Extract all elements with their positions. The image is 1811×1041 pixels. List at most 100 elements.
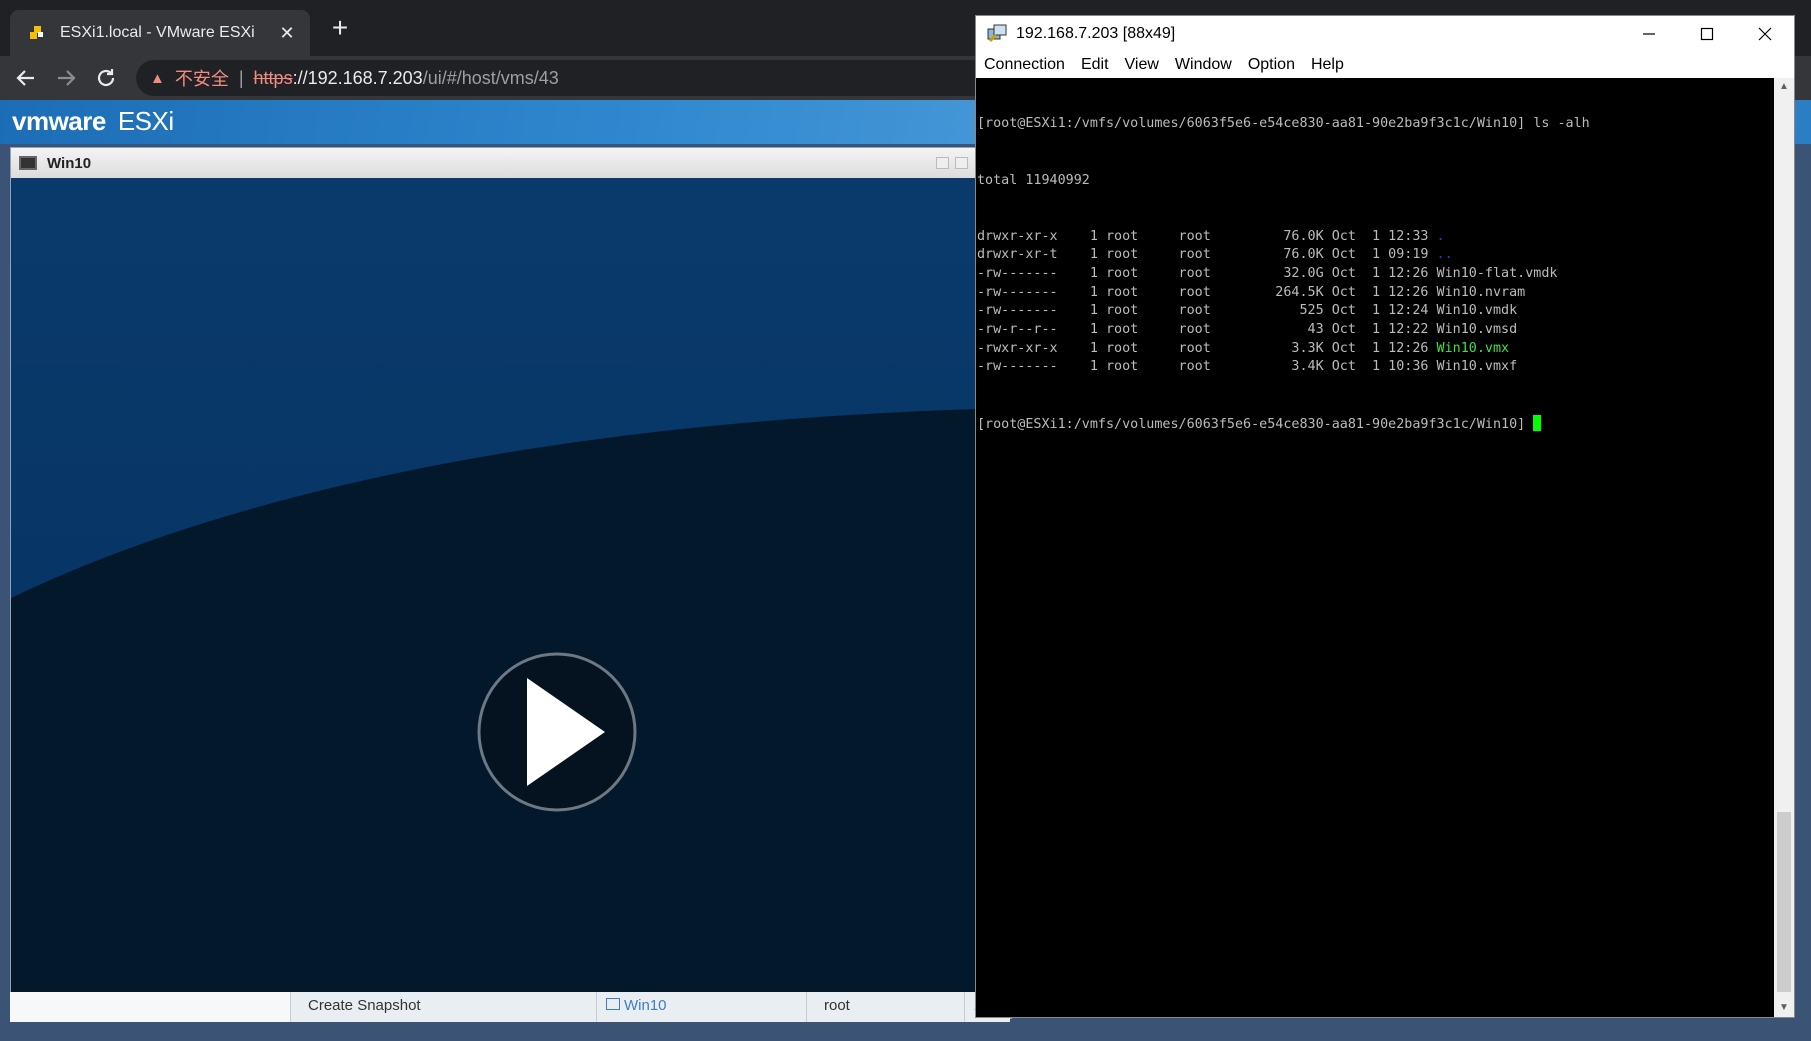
menu-connection[interactable]: Connection xyxy=(976,56,1073,74)
vmware-esxi-logo[interactable]: vmware ESXi xyxy=(12,106,174,137)
ls-group: root xyxy=(1138,265,1211,281)
task-target-label: Win10 xyxy=(624,997,667,1014)
recent-tasks-row[interactable]: Create Snapshot Win10 root 2 xyxy=(10,992,1010,1022)
ls-group: root xyxy=(1138,247,1211,263)
restore-icon[interactable] xyxy=(936,157,949,169)
ls-filename: Win10.vmx xyxy=(1428,340,1510,356)
ls-links: 1 xyxy=(1057,359,1098,375)
tasks-blank-cell xyxy=(10,992,291,1022)
ls-time: 12:26 xyxy=(1380,340,1429,356)
warning-icon[interactable]: ▲ xyxy=(150,70,165,87)
ls-permissions: -rw------- xyxy=(977,303,1058,319)
ls-month: Oct xyxy=(1323,265,1356,281)
ls-permissions: -rwxr-xr-x xyxy=(977,340,1058,356)
menu-window[interactable]: Window xyxy=(1167,56,1240,74)
ls-day: 1 xyxy=(1355,284,1381,300)
ls-row: -rw------- 1 root root 3.4K Oct 1 10:36 … xyxy=(977,358,1774,377)
ls-month: Oct xyxy=(1323,247,1356,263)
ls-size: 32.0G xyxy=(1210,265,1324,281)
close-icon xyxy=(1758,27,1772,41)
ls-time: 12:33 xyxy=(1380,228,1429,244)
back-button[interactable] xyxy=(12,64,40,92)
ls-filename: Win10-flat.vmdk xyxy=(1428,265,1558,281)
ls-size: 525 xyxy=(1210,303,1324,319)
ls-filename: .. xyxy=(1428,247,1453,263)
ls-time: 12:24 xyxy=(1380,303,1429,319)
scrollbar-thumb[interactable] xyxy=(1777,812,1791,992)
maximize-button[interactable] xyxy=(1678,16,1736,52)
ls-permissions: drwxr-xr-t xyxy=(977,247,1058,263)
arrow-left-icon xyxy=(16,70,34,86)
menu-option[interactable]: Option xyxy=(1240,56,1303,74)
console-title-bar: Win10 xyxy=(11,148,1011,178)
ls-links: 1 xyxy=(1057,322,1098,338)
terminal-command-line: [root@ESXi1:/vmfs/volumes/6063f5e6-e54ce… xyxy=(977,115,1774,134)
menu-view[interactable]: View xyxy=(1117,56,1167,74)
ls-permissions: drwxr-xr-x xyxy=(977,228,1058,244)
ls-month: Oct xyxy=(1323,303,1356,319)
ls-row: -rwxr-xr-x 1 root root 3.3K Oct 1 12:26 … xyxy=(977,340,1774,359)
insecure-label[interactable]: 不安全 xyxy=(175,65,229,91)
vm-wallpaper xyxy=(11,178,1011,996)
ls-time: 09:19 xyxy=(1380,247,1429,263)
task-target[interactable]: Win10 xyxy=(598,992,807,1022)
logo-vmware: vmware xyxy=(12,106,106,136)
vm-console-window: Win10 xyxy=(10,147,1012,1019)
terminal-command: ls -alh xyxy=(1533,116,1590,132)
ls-row: -rw-r--r-- 1 root root 43 Oct 1 12:22 Wi… xyxy=(977,321,1774,340)
ls-owner: root xyxy=(1097,359,1139,375)
terminal-scrollbar[interactable]: ▲ ▼ xyxy=(1774,78,1794,1017)
new-tab-button[interactable]: + xyxy=(326,14,354,42)
terminal-prompt-current: [root@ESXi1:/vmfs/volumes/6063f5e6-e54ce… xyxy=(977,416,1526,432)
scroll-up-icon[interactable]: ▲ xyxy=(1774,78,1794,96)
url-scheme: https xyxy=(253,67,293,88)
ls-month: Oct xyxy=(1323,359,1356,375)
url-separator: | xyxy=(238,67,244,88)
terminal-total-line: total 11940992 xyxy=(977,172,1090,188)
ls-row: -rw------- 1 root root 264.5K Oct 1 12:2… xyxy=(977,284,1774,303)
close-button[interactable] xyxy=(1736,16,1794,52)
play-button[interactable] xyxy=(477,652,637,812)
ls-size: 264.5K xyxy=(1210,284,1324,300)
ls-row: drwxr-xr-x 1 root root 76.0K Oct 1 12:33… xyxy=(977,228,1774,247)
ls-links: 1 xyxy=(1057,284,1098,300)
maximize-icon xyxy=(1700,27,1714,41)
ls-permissions: -rw------- xyxy=(977,359,1058,375)
ls-day: 1 xyxy=(1355,228,1381,244)
ls-group: root xyxy=(1138,228,1211,244)
putty-title-bar[interactable]: 192.168.7.203 [88x49] xyxy=(976,16,1794,52)
logo-esxi: ESXi xyxy=(117,106,174,136)
forward-button[interactable] xyxy=(52,64,80,92)
vmware-favicon-icon xyxy=(28,24,46,42)
ls-size: 43 xyxy=(1210,322,1324,338)
vm-console-screen[interactable] xyxy=(11,178,1011,996)
tab-close-button[interactable]: ✕ xyxy=(276,23,298,44)
ls-group: root xyxy=(1138,340,1211,356)
menu-help[interactable]: Help xyxy=(1303,56,1352,74)
minimize-button[interactable] xyxy=(1620,16,1678,52)
url-path: /ui/#/host/vms/43 xyxy=(422,67,559,88)
scroll-down-icon[interactable]: ▼ xyxy=(1774,999,1794,1017)
ls-month: Oct xyxy=(1323,228,1356,244)
ls-links: 1 xyxy=(1057,247,1098,263)
ls-owner: root xyxy=(1097,228,1139,244)
ls-day: 1 xyxy=(1355,265,1381,281)
vm-icon xyxy=(606,998,620,1010)
menu-edit[interactable]: Edit xyxy=(1073,56,1117,74)
ls-month: Oct xyxy=(1323,340,1356,356)
ls-month: Oct xyxy=(1323,284,1356,300)
ls-day: 1 xyxy=(1355,247,1381,263)
ls-row: -rw------- 1 root root 525 Oct 1 12:24 W… xyxy=(977,302,1774,321)
maximize-icon[interactable] xyxy=(955,157,968,169)
ls-permissions: -rw------- xyxy=(977,284,1058,300)
ls-group: root xyxy=(1138,284,1211,300)
ls-day: 1 xyxy=(1355,340,1381,356)
reload-button[interactable] xyxy=(92,64,120,92)
terminal[interactable]: [root@ESXi1:/vmfs/volumes/6063f5e6-e54ce… xyxy=(976,78,1774,1017)
putty-window: 192.168.7.203 [88x49] Connection Edit Vi… xyxy=(975,15,1795,1018)
ls-size: 3.3K xyxy=(1210,340,1324,356)
ls-group: root xyxy=(1138,359,1211,375)
ls-links: 1 xyxy=(1057,303,1098,319)
browser-tab[interactable]: ESXi1.local - VMware ESXi ✕ xyxy=(10,10,310,56)
task-initiator: root xyxy=(816,992,965,1022)
